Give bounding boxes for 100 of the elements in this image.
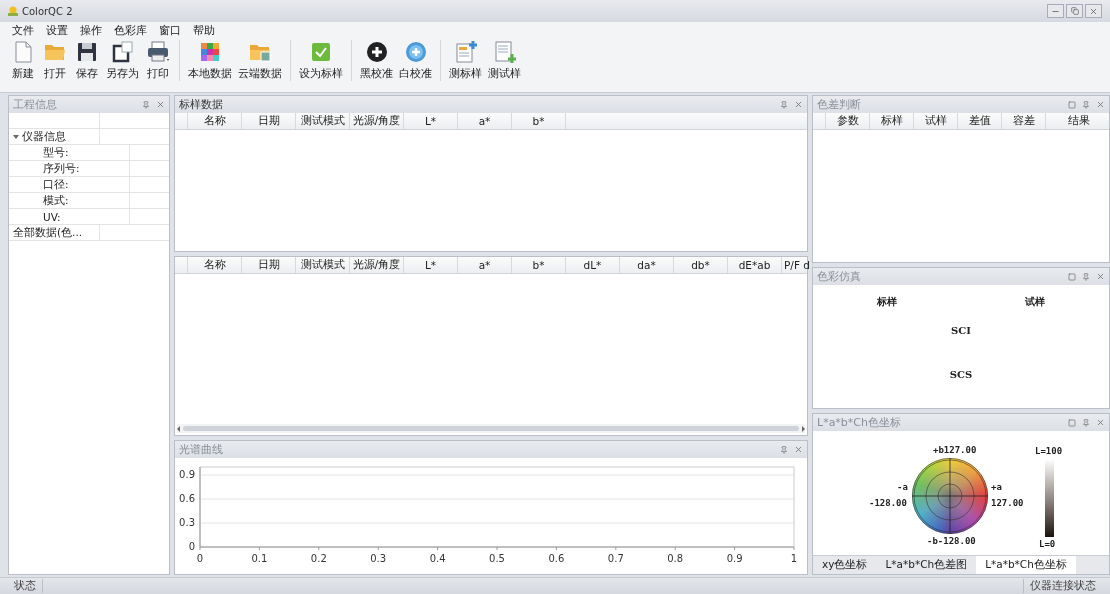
- x-tick-label: 0.9: [726, 553, 743, 564]
- column-header[interactable]: 光源/角度: [350, 257, 404, 273]
- tree-label: 模式:: [43, 193, 69, 208]
- y-tick-label: 0.3: [179, 517, 195, 528]
- column-header[interactable]: 标样: [870, 113, 914, 129]
- column-header[interactable]: 差值: [958, 113, 1002, 129]
- minimize-button[interactable]: [1047, 4, 1064, 18]
- toolbar-button[interactable]: 白校准: [397, 40, 434, 81]
- menu-item[interactable]: 操作: [80, 22, 102, 38]
- toolbar-button[interactable]: 打印: [143, 40, 173, 81]
- x-tick-label: 0.4: [429, 553, 446, 564]
- y-tick-label: 0.6: [179, 493, 195, 504]
- toolbar-button[interactable]: 云端数据: [236, 40, 284, 81]
- lightness-label: L=0: [1039, 540, 1056, 549]
- close-icon[interactable]: [794, 100, 803, 109]
- lightness-label: L=100: [1035, 447, 1063, 456]
- column-header[interactable]: b*: [512, 113, 566, 129]
- toolbar-button[interactable]: 另存为: [104, 40, 141, 81]
- sample-label: 试样: [1025, 295, 1045, 309]
- x-tick-label: 0.8: [667, 553, 684, 564]
- toolbar-button[interactable]: 测标样: [447, 40, 484, 81]
- pin-icon[interactable]: [1082, 272, 1090, 281]
- close-icon[interactable]: [1096, 100, 1105, 109]
- pin-icon[interactable]: [1082, 418, 1090, 427]
- window-title: ColorQC 2: [22, 5, 73, 17]
- x-tick-label: 1: [790, 553, 798, 564]
- tab[interactable]: L*a*b*Ch色坐标: [976, 556, 1076, 574]
- column-header[interactable]: 名称: [188, 257, 242, 273]
- tab[interactable]: xy色坐标: [813, 556, 877, 574]
- panel-title: 色差判断: [817, 97, 861, 112]
- maximize-icon[interactable]: [1068, 272, 1076, 281]
- caret-icon[interactable]: [13, 134, 19, 139]
- mode-label: SCS: [949, 368, 973, 380]
- panel-title: 标样数据: [179, 97, 223, 112]
- column-header[interactable]: 容差: [1002, 113, 1046, 129]
- toolbar-button[interactable]: 黑校准: [358, 40, 395, 81]
- column-header[interactable]: 试样: [914, 113, 958, 129]
- close-icon[interactable]: [156, 100, 165, 109]
- close-icon[interactable]: [794, 445, 803, 454]
- column-header[interactable]: 名称: [188, 113, 242, 129]
- status-text: 仪器连接状态: [1023, 579, 1102, 593]
- x-tick-label: 0.5: [489, 553, 505, 564]
- axis-label: -128.00: [869, 499, 907, 508]
- tree-label: 口径:: [43, 177, 69, 192]
- panel-title: 工程信息: [13, 97, 57, 112]
- column-header[interactable]: a*: [458, 257, 512, 273]
- standard-label: 标样: [877, 295, 897, 309]
- axis-label: -b-128.00: [927, 537, 976, 546]
- tree-label: 型号:: [43, 145, 69, 160]
- axis-label: 127.00: [991, 499, 1024, 508]
- maximize-icon[interactable]: [1068, 418, 1076, 427]
- close-button[interactable]: [1085, 4, 1102, 18]
- color-grid-icon: [198, 40, 222, 64]
- tree-label: UV:: [43, 210, 61, 223]
- menu-item[interactable]: 文件: [12, 22, 34, 38]
- restore-button[interactable]: [1066, 4, 1083, 18]
- axis-label: +a: [991, 483, 1002, 492]
- column-header[interactable]: a*: [458, 113, 512, 129]
- toolbar-button[interactable]: 本地数据: [186, 40, 234, 81]
- maximize-icon[interactable]: [1068, 100, 1076, 109]
- column-header[interactable]: 结果: [1046, 113, 1110, 129]
- column-header[interactable]: L*: [404, 257, 458, 273]
- pin-icon[interactable]: [780, 100, 788, 109]
- toolbar-button[interactable]: 保存: [72, 40, 102, 81]
- column-header[interactable]: db*: [674, 257, 728, 273]
- column-header[interactable]: 日期: [242, 257, 296, 273]
- tab[interactable]: L*a*b*Ch色差图: [876, 556, 977, 574]
- menu-item[interactable]: 设置: [46, 22, 68, 38]
- pin-icon[interactable]: [142, 100, 150, 109]
- column-header[interactable]: L*: [404, 113, 458, 129]
- toolbar-button[interactable]: 测试样: [486, 40, 523, 81]
- column-header[interactable]: dE*ab: [728, 257, 782, 273]
- column-header[interactable]: 测试模式: [296, 257, 350, 273]
- column-header[interactable]: da*: [620, 257, 674, 273]
- close-icon[interactable]: [1096, 418, 1105, 427]
- panel-title: 色彩仿真: [817, 269, 861, 284]
- x-tick-label: 0: [196, 553, 204, 564]
- pin-icon[interactable]: [780, 445, 788, 454]
- tree-label: 全部数据(色...: [13, 225, 83, 240]
- toolbar-button[interactable]: 新建: [8, 40, 38, 81]
- tree-label: 序列号:: [43, 161, 80, 176]
- column-header[interactable]: 日期: [242, 113, 296, 129]
- axis-label: -a: [897, 483, 908, 492]
- panel-title: L*a*b*Ch色坐标: [817, 415, 901, 430]
- toolbar-button[interactable]: 设为标样: [297, 40, 345, 81]
- menu-item[interactable]: 帮助: [193, 22, 215, 38]
- close-icon[interactable]: [1096, 272, 1105, 281]
- toolbar-button[interactable]: 打开: [40, 40, 70, 81]
- horizontal-scrollbar[interactable]: [177, 424, 805, 433]
- pin-icon[interactable]: [1082, 100, 1090, 109]
- column-header[interactable]: b*: [512, 257, 566, 273]
- app-icon: [8, 6, 18, 16]
- menu-item[interactable]: 色彩库: [114, 22, 147, 38]
- column-header[interactable]: 参数: [826, 113, 870, 129]
- y-tick-label: 0.9: [179, 469, 195, 480]
- menu-item[interactable]: 窗口: [159, 22, 181, 38]
- mode-label: SCI: [951, 325, 971, 337]
- column-header[interactable]: dL*: [566, 257, 620, 273]
- column-header[interactable]: 测试模式: [296, 113, 350, 129]
- column-header[interactable]: 光源/角度: [350, 113, 404, 129]
